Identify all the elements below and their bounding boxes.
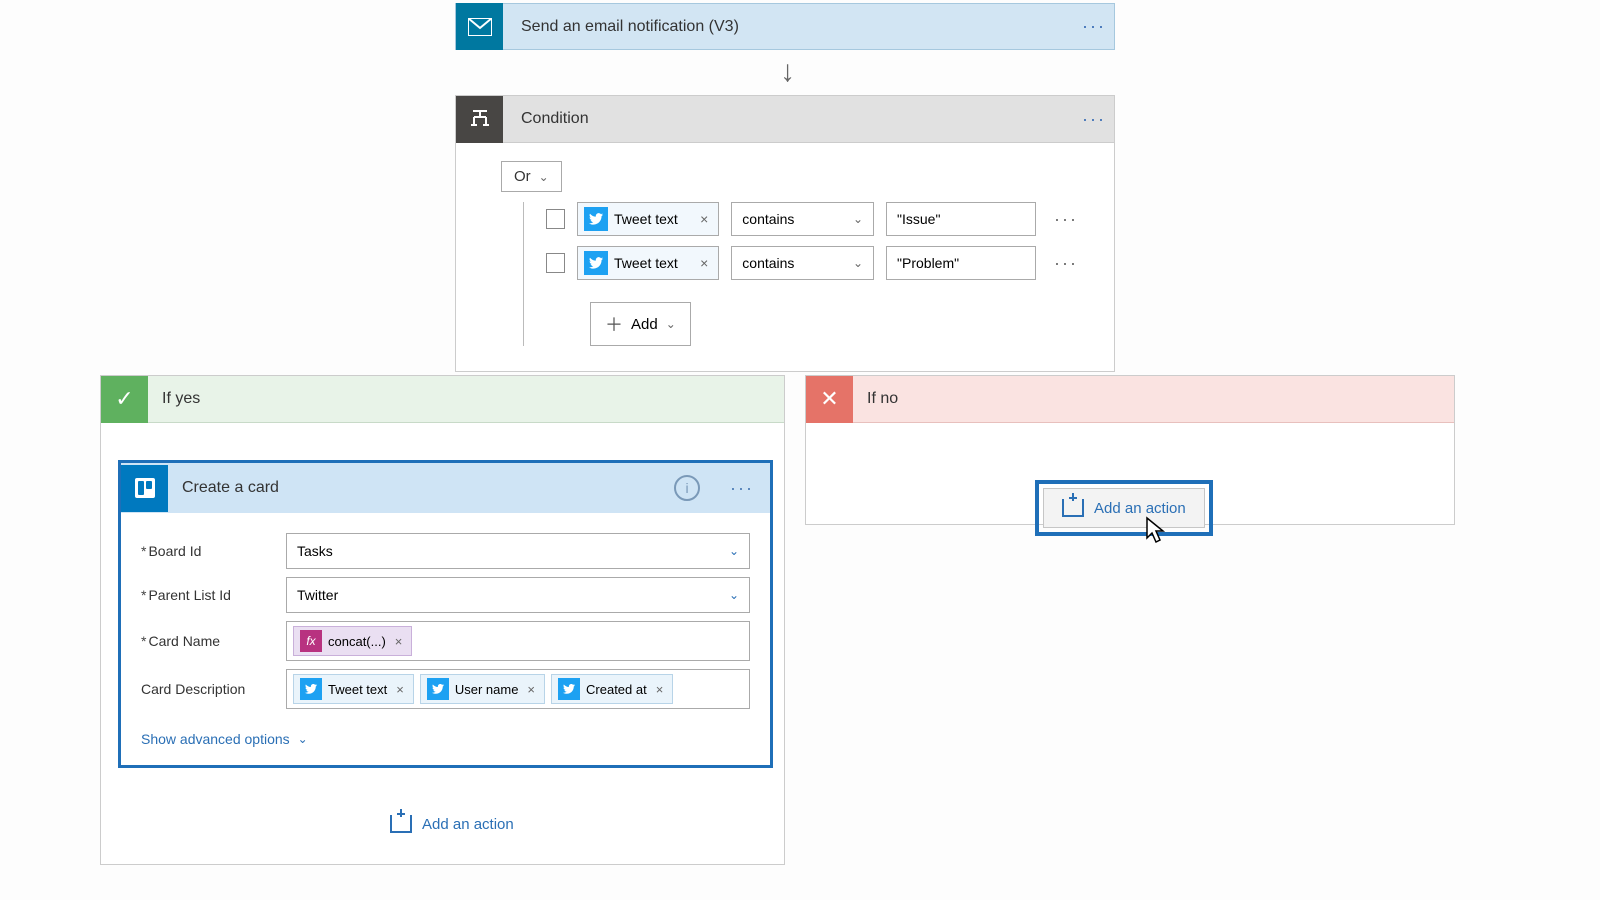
dynamic-token[interactable]: Created at × [551, 674, 673, 704]
flow-arrow-icon: ↓ [780, 55, 795, 89]
row-checkbox[interactable] [546, 209, 565, 229]
token-label: Tweet text [614, 255, 678, 271]
add-action-button-yes[interactable]: Add an action [390, 815, 514, 833]
chevron-down-icon: ⌄ [729, 544, 739, 558]
token-remove-button[interactable]: × [696, 211, 712, 227]
add-action-button-no[interactable]: Add an action [1043, 488, 1205, 528]
chevron-down-icon: ⌄ [666, 317, 676, 331]
operator-select[interactable]: contains ⌄ [731, 246, 874, 280]
if-yes-header: ✓ If yes [101, 376, 784, 423]
group-operator-select[interactable]: Or ⌄ [501, 161, 562, 192]
if-yes-label: If yes [148, 390, 200, 408]
check-icon: ✓ [101, 376, 148, 423]
parent-list-label: *Parent List Id [141, 587, 286, 603]
board-id-value: Tasks [297, 543, 333, 559]
token-remove-button[interactable]: × [393, 682, 407, 697]
if-no-header: ✕ If no [806, 376, 1454, 423]
advanced-options-label: Show advanced options [141, 731, 290, 747]
board-id-select[interactable]: Tasks ⌄ [286, 533, 750, 569]
action-menu-button[interactable]: ··· [1074, 16, 1114, 37]
board-id-label: *Board Id [141, 543, 286, 559]
condition-menu-button[interactable]: ··· [1074, 109, 1114, 130]
condition-row: Tweet text × contains ⌄ ··· [546, 202, 1084, 236]
row-menu-button[interactable]: ··· [1048, 209, 1084, 230]
action-menu-button[interactable]: ··· [714, 478, 770, 499]
chevron-down-icon: ⌄ [539, 170, 549, 184]
fx-icon: fx [300, 630, 322, 652]
token-label: User name [455, 682, 519, 697]
operand-token-field[interactable]: Tweet text × [577, 246, 719, 280]
add-action-label: Add an action [422, 816, 514, 833]
add-label: Add [631, 316, 658, 333]
plus-icon: ＋ [605, 311, 623, 337]
operator-label: contains [742, 255, 794, 271]
condition-row: Tweet text × contains ⌄ ··· [546, 246, 1084, 280]
condition-card: Condition ··· Or ⌄ Tweet text × contains [455, 95, 1115, 372]
create-card-action: Create a card i ··· *Board Id Tasks ⌄ *P… [118, 460, 773, 768]
token-remove-button[interactable]: × [696, 255, 712, 271]
operator-select[interactable]: contains ⌄ [731, 202, 874, 236]
token-remove-button[interactable]: × [392, 634, 406, 649]
token-remove-button[interactable]: × [524, 682, 538, 697]
token-remove-button[interactable]: × [653, 682, 667, 697]
operator-label: contains [742, 211, 794, 227]
info-icon[interactable]: i [674, 475, 700, 501]
row-checkbox[interactable] [546, 253, 565, 273]
group-operator-label: Or [514, 168, 531, 185]
condition-icon [456, 96, 503, 143]
token-label: Tweet text [614, 211, 678, 227]
row-menu-button[interactable]: ··· [1048, 253, 1084, 274]
twitter-icon [558, 678, 580, 700]
create-card-header[interactable]: Create a card i ··· [121, 463, 770, 513]
chevron-down-icon: ⌄ [729, 588, 739, 602]
condition-title: Condition [503, 110, 1074, 128]
card-name-input[interactable]: fx concat(...) × [286, 621, 750, 661]
if-no-label: If no [853, 390, 898, 408]
add-condition-button[interactable]: ＋ Add ⌄ [590, 302, 691, 346]
send-email-action-card[interactable]: Send an email notification (V3) ··· [455, 3, 1115, 50]
chevron-down-icon: ⌄ [853, 212, 863, 226]
dynamic-token[interactable]: Tweet text × [293, 674, 414, 704]
chevron-down-icon: ⌄ [298, 732, 308, 746]
twitter-icon [584, 251, 608, 275]
create-card-title: Create a card [168, 479, 674, 497]
add-action-highlight: Add an action [1035, 480, 1213, 536]
chevron-down-icon: ⌄ [853, 256, 863, 270]
card-name-label: *Card Name [141, 633, 286, 649]
twitter-icon [300, 678, 322, 700]
value-input[interactable] [886, 246, 1036, 280]
add-action-icon [1062, 499, 1084, 517]
expression-token[interactable]: fx concat(...) × [293, 626, 412, 656]
trello-icon [121, 465, 168, 512]
card-description-input[interactable]: Tweet text × User name × Created at × [286, 669, 750, 709]
expression-label: concat(...) [328, 634, 386, 649]
action-title: Send an email notification (V3) [503, 18, 1074, 36]
twitter-icon [584, 207, 608, 231]
token-label: Created at [586, 682, 647, 697]
value-input[interactable] [886, 202, 1036, 236]
mail-icon [456, 3, 503, 50]
operand-token-field[interactable]: Tweet text × [577, 202, 719, 236]
parent-list-value: Twitter [297, 587, 338, 603]
add-action-icon [390, 815, 412, 833]
parent-list-select[interactable]: Twitter ⌄ [286, 577, 750, 613]
dynamic-token[interactable]: User name × [420, 674, 545, 704]
show-advanced-options-link[interactable]: Show advanced options ⌄ [141, 731, 308, 747]
twitter-icon [427, 678, 449, 700]
close-icon: ✕ [806, 376, 853, 423]
add-action-label: Add an action [1094, 500, 1186, 517]
token-label: Tweet text [328, 682, 387, 697]
condition-header[interactable]: Condition ··· [456, 96, 1114, 143]
card-description-label: Card Description [141, 681, 286, 697]
